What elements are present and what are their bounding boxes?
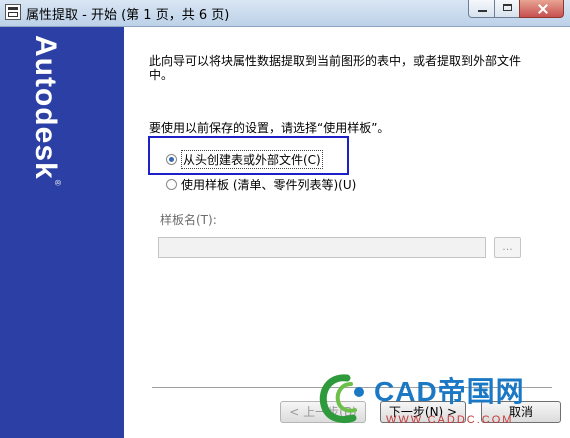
title-bar[interactable]: 属性提取 - 开始 (第 1 页，共 6 页) (0, 0, 570, 27)
app-icon (5, 4, 21, 20)
use-template-option[interactable]: 使用样板 (清单、零件列表等)(U) (166, 175, 356, 193)
window-title: 属性提取 - 开始 (第 1 页，共 6 页) (26, 8, 230, 23)
trademark-mark: ® (53, 179, 62, 187)
wizard-description: 此向导可以将块属性数据提取到当前图形的表中，或者提取到外部文件中。 (149, 54, 522, 82)
watermark-url: WWW.CADDC.COM (386, 414, 514, 426)
attribute-extraction-wizard-window: 属性提取 - 开始 (第 1 页，共 6 页) Autodesk® 此向导可以将… (0, 0, 570, 438)
annotation-highlight-box (148, 136, 349, 175)
template-name-label: 样板名(T): (160, 213, 217, 227)
radio-unselected-icon[interactable] (166, 178, 177, 190)
browse-button[interactable]: ... (494, 237, 521, 258)
autodesk-logo: Autodesk® (28, 35, 62, 187)
use-template-label[interactable]: 使用样板 (清单、零件列表等)(U) (181, 176, 356, 193)
autodesk-logo-text: Autodesk (29, 35, 62, 180)
minimize-button[interactable] (468, 0, 495, 18)
watermark-brand: CAD帝国网 (374, 376, 525, 407)
template-name-input[interactable] (158, 237, 486, 258)
watermark-logo-icon (319, 374, 364, 424)
autodesk-banner: Autodesk® (0, 27, 124, 438)
maximize-button[interactable] (494, 0, 520, 18)
template-prompt: 要使用以前保存的设置，请选择“使用样板”。 (149, 121, 390, 135)
close-button[interactable] (519, 0, 564, 18)
